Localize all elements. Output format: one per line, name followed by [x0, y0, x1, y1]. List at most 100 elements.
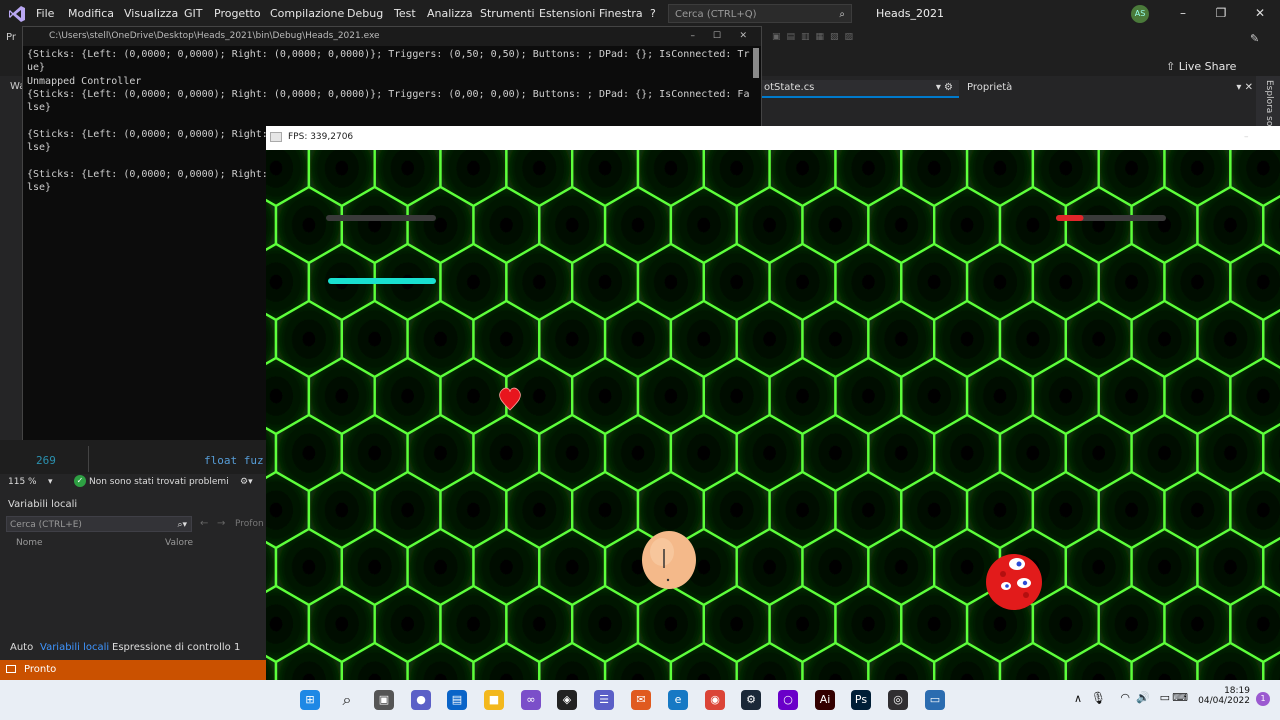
chevron-up-icon[interactable]: ∧	[1074, 692, 1082, 705]
status-text: Pronto	[24, 664, 57, 675]
live-share-button[interactable]: ⇧ Live Share	[1166, 60, 1236, 73]
menu-item-git[interactable]: GIT	[184, 7, 203, 20]
menu-item-progetto[interactable]: Progetto	[214, 7, 261, 20]
microphone-icon[interactable]: 🎙	[1091, 691, 1106, 705]
player-head-orange	[642, 531, 696, 589]
maximize-button[interactable]: ❐	[1211, 6, 1231, 22]
problems-status[interactable]: Non sono stati trovati problemi	[89, 477, 229, 487]
menu-item-test[interactable]: Test	[394, 7, 416, 20]
close-button[interactable]: ✕	[739, 27, 747, 46]
photoshop-icon[interactable]: Ps	[851, 690, 871, 710]
clock[interactable]: 18:19 04/04/2022	[1190, 686, 1250, 706]
edge-icon[interactable]: e	[668, 690, 688, 710]
locals-search-input[interactable]: Cerca (CTRL+E) ⌕▾	[6, 516, 192, 532]
file-explorer-icon[interactable]: ■	[484, 690, 504, 710]
minimize-button[interactable]: –	[1244, 126, 1249, 148]
menu-item-finestra[interactable]: Finestra	[599, 7, 643, 20]
menu-item-estensioni[interactable]: Estensioni	[539, 7, 595, 20]
tab-properties[interactable]: Proprietà ▾ ✕	[963, 80, 1257, 96]
task-view-icon[interactable]: ▣	[374, 690, 394, 710]
game-titlebar[interactable]: FPS: 339,2706 –	[266, 126, 1280, 150]
menu-item-modifica[interactable]: Modifica	[68, 7, 114, 20]
wifi-icon[interactable]: ◠	[1120, 691, 1130, 704]
chrome-icon[interactable]: ◉	[705, 690, 725, 710]
search-depth-label[interactable]: Profon	[235, 519, 264, 529]
toolbar-icons: ▣▤▥▦▧▨	[772, 32, 860, 42]
chevron-down-icon[interactable]: ▾	[48, 477, 53, 487]
obs-icon[interactable]: ◎	[888, 690, 908, 710]
brush-icon[interactable]: ⚙▾	[240, 477, 253, 487]
trello-icon[interactable]: ☰	[594, 690, 614, 710]
locals-header: Nome Valore	[0, 536, 266, 552]
search-icon[interactable]: ⌕▾	[177, 517, 187, 533]
dropdown-icon[interactable]: ▾ ⚙	[936, 80, 953, 96]
minimize-button[interactable]: –	[1173, 6, 1193, 22]
status-bar: Pronto	[0, 660, 266, 680]
console-scrollbar[interactable]	[753, 48, 759, 78]
maximize-button[interactable]: ☐	[713, 27, 721, 46]
search-box[interactable]: Cerca (CTRL+Q) ⌕	[668, 4, 852, 23]
tab-auto[interactable]: Auto	[10, 638, 33, 658]
zoom-level[interactable]: 115 %	[8, 477, 37, 487]
player1-energy-bar	[328, 278, 436, 284]
editor-status-strip: 115 % ▾ ✓ Non sono stati trovati problem…	[0, 474, 266, 492]
search-icon[interactable]: ⌕	[839, 5, 845, 24]
code-editor-fragment[interactable]: 269 float fuz	[0, 440, 266, 474]
teams-chat-icon[interactable]: ●	[411, 690, 431, 710]
left-tab-pr[interactable]: Pr	[6, 32, 16, 43]
arrow-left-icon[interactable]: ←	[200, 518, 208, 529]
battery-icon[interactable]: ▭	[1160, 691, 1170, 704]
game-window-icon[interactable]: ▭	[925, 690, 945, 710]
volume-icon[interactable]: 🔊	[1136, 691, 1150, 704]
store-icon[interactable]: ▤	[447, 690, 467, 710]
console-line: lse}	[27, 102, 52, 114]
locals-window: Variabili locali Cerca (CTRL+E) ⌕▾ ← → P…	[0, 494, 266, 660]
language-icon[interactable]: ⌨	[1172, 691, 1188, 704]
arrow-right-icon[interactable]: →	[217, 518, 225, 529]
search-icon[interactable]: ⌕	[337, 690, 357, 710]
clock-date: 04/04/2022	[1198, 696, 1250, 706]
menu-item-strumenti[interactable]: Strumenti	[480, 7, 535, 20]
clock-time: 18:19	[1224, 686, 1250, 696]
menu-item-compilazione[interactable]: Compilazione	[270, 7, 344, 20]
steam-icon[interactable]: ⚙	[741, 690, 761, 710]
app-icon	[270, 132, 282, 142]
column-value[interactable]: Valore	[165, 538, 193, 548]
solution-name: Heads_2021	[876, 7, 944, 20]
status-icon	[6, 665, 16, 673]
tab-locals[interactable]: Variabili locali	[40, 638, 109, 658]
menu-item-debug[interactable]: Debug	[347, 7, 383, 20]
visual-studio-logo-icon	[9, 6, 25, 22]
game-window[interactable]: FPS: 339,2706 –	[266, 126, 1280, 680]
close-button[interactable]: ✕	[1250, 6, 1270, 22]
line-number: 269	[36, 454, 56, 467]
console-line: Unmapped Controller	[27, 75, 142, 87]
tab-file[interactable]: otState.cs ▾ ⚙	[762, 80, 959, 98]
unity-icon[interactable]: ◈	[557, 690, 577, 710]
menu-item-?[interactable]: ?	[650, 7, 656, 20]
tab-watch-1[interactable]: Espressione di controllo 1	[112, 638, 240, 658]
app-circle-icon[interactable]: ○	[778, 690, 798, 710]
illustrator-icon[interactable]: Ai	[815, 690, 835, 710]
solution-explorer-tab[interactable]: Esplora so	[1256, 76, 1280, 126]
enemy-head-red	[986, 554, 1042, 610]
search-placeholder: Cerca (CTRL+Q)	[675, 9, 757, 20]
column-name[interactable]: Nome	[16, 538, 43, 548]
minimize-button[interactable]: –	[691, 27, 696, 46]
visual-studio-icon[interactable]: ∞	[521, 690, 541, 710]
console-titlebar[interactable]: C:\Users\stell\OneDrive\Desktop\Heads_20…	[23, 27, 761, 46]
mail-icon[interactable]: ✉	[631, 690, 651, 710]
menu-item-analizza[interactable]: Analizza	[427, 7, 473, 20]
locals-search-placeholder: Cerca (CTRL+E)	[10, 520, 82, 530]
menu-item-visualizza[interactable]: Visualizza	[124, 7, 178, 20]
game-canvas[interactable]	[266, 150, 1280, 680]
console-line: {Sticks: {Left: (0,0000; 0,0000); Right:…	[27, 49, 750, 60]
tab-properties-label: Proprietà	[967, 82, 1013, 93]
check-icon: ✓	[74, 475, 86, 487]
avatar[interactable]: AS	[1131, 5, 1149, 23]
close-icon[interactable]: ▾ ✕	[1236, 80, 1253, 96]
feedback-icon[interactable]: ✎	[1250, 32, 1259, 45]
menu-item-file[interactable]: File	[36, 7, 54, 20]
start-icon[interactable]: ⊞	[300, 690, 320, 710]
notification-badge[interactable]: 1	[1256, 692, 1270, 706]
